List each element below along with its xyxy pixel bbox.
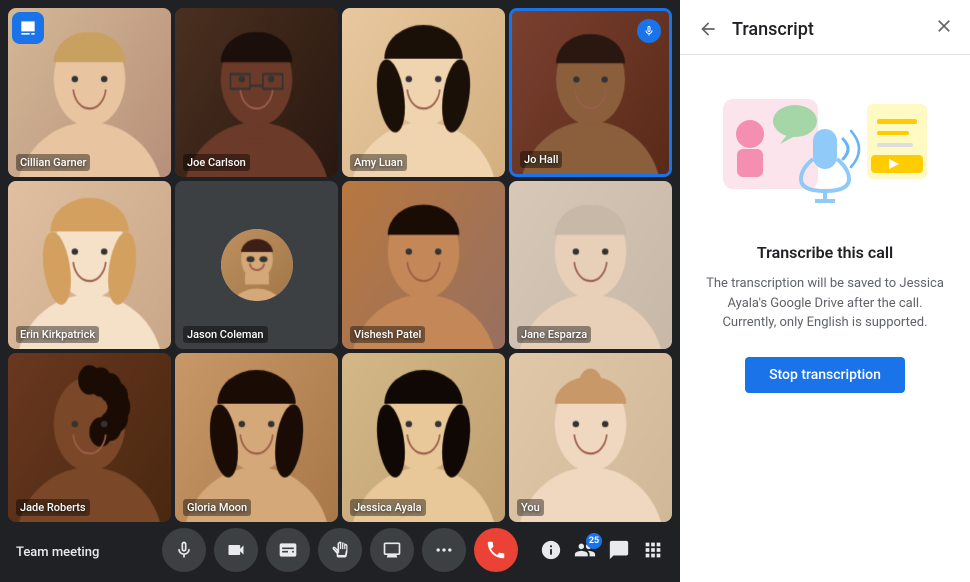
- participant-tile-9: Jade Roberts: [8, 353, 171, 522]
- participant-name-11: Jessica Ayala: [350, 499, 426, 516]
- transcript-description: The transcription will be saved to Jessi…: [700, 274, 950, 333]
- bottom-bar: Team meeting: [0, 522, 680, 582]
- app-icon: [12, 12, 44, 44]
- participant-tile-3: Amy Luan: [342, 8, 505, 177]
- participant-name-2: Joe Carlson: [183, 154, 250, 171]
- participant-tile-6: Jason Coleman: [175, 181, 338, 350]
- transcript-panel: Transcript: [680, 0, 970, 582]
- participant-tile-10: Gloria Moon: [175, 353, 338, 522]
- camera-button[interactable]: [214, 528, 258, 572]
- raise-hand-button[interactable]: [318, 528, 362, 572]
- participant-tile-7: Vishesh Patel: [342, 181, 505, 350]
- participant-name-4: Jo Hall: [520, 151, 562, 168]
- chat-button[interactable]: [608, 539, 630, 566]
- present-button[interactable]: [370, 528, 414, 572]
- info-button[interactable]: [540, 539, 562, 566]
- controls-center: [162, 528, 518, 572]
- people-count-badge: 25: [586, 533, 602, 549]
- participant-tile-8: Jane Esparza: [509, 181, 672, 350]
- participant-tile-12: You: [509, 353, 672, 522]
- transcript-heading: Transcribe this call: [757, 243, 893, 262]
- participant-name-7: Vishesh Patel: [350, 326, 425, 343]
- panel-header: Transcript: [680, 0, 970, 55]
- people-button[interactable]: 25: [574, 539, 596, 566]
- stop-transcription-button[interactable]: Stop transcription: [745, 357, 905, 393]
- meeting-name: Team meeting: [16, 545, 99, 560]
- participant-name-10: Gloria Moon: [183, 499, 251, 516]
- controls-right: 25: [540, 539, 664, 566]
- panel-body: Transcribe this call The transcription w…: [680, 55, 970, 582]
- participant-name-9: Jade Roberts: [16, 499, 90, 516]
- participant-name-3: Amy Luan: [350, 154, 407, 171]
- mic-button[interactable]: [162, 528, 206, 572]
- participant-tile-2: Joe Carlson: [175, 8, 338, 177]
- panel-title: Transcript: [732, 19, 922, 40]
- participant-name-5: Erin Kirkpatrick: [16, 326, 99, 343]
- transcript-illustration: [715, 79, 935, 219]
- participant-name-6: Jason Coleman: [183, 326, 268, 343]
- activities-button[interactable]: [642, 539, 664, 566]
- participant-name-8: Jane Esparza: [517, 326, 591, 343]
- more-button[interactable]: [422, 528, 466, 572]
- participant-name-1: Cillian Garner: [16, 154, 90, 171]
- mic-active-badge: [637, 19, 661, 43]
- video-area: Cillian Garner Joe Carlson Amy Luan Jo H…: [0, 0, 680, 582]
- video-grid: Cillian Garner Joe Carlson Amy Luan Jo H…: [0, 0, 680, 522]
- close-button[interactable]: [934, 16, 954, 42]
- end-call-button[interactable]: [474, 528, 518, 572]
- participant-tile-4: Jo Hall: [509, 8, 672, 177]
- participant-tile-11: Jessica Ayala: [342, 353, 505, 522]
- back-button[interactable]: [696, 17, 720, 41]
- participant-tile-5: Erin Kirkpatrick: [8, 181, 171, 350]
- captions-button[interactable]: [266, 528, 310, 572]
- participant-name-12: You: [517, 499, 544, 516]
